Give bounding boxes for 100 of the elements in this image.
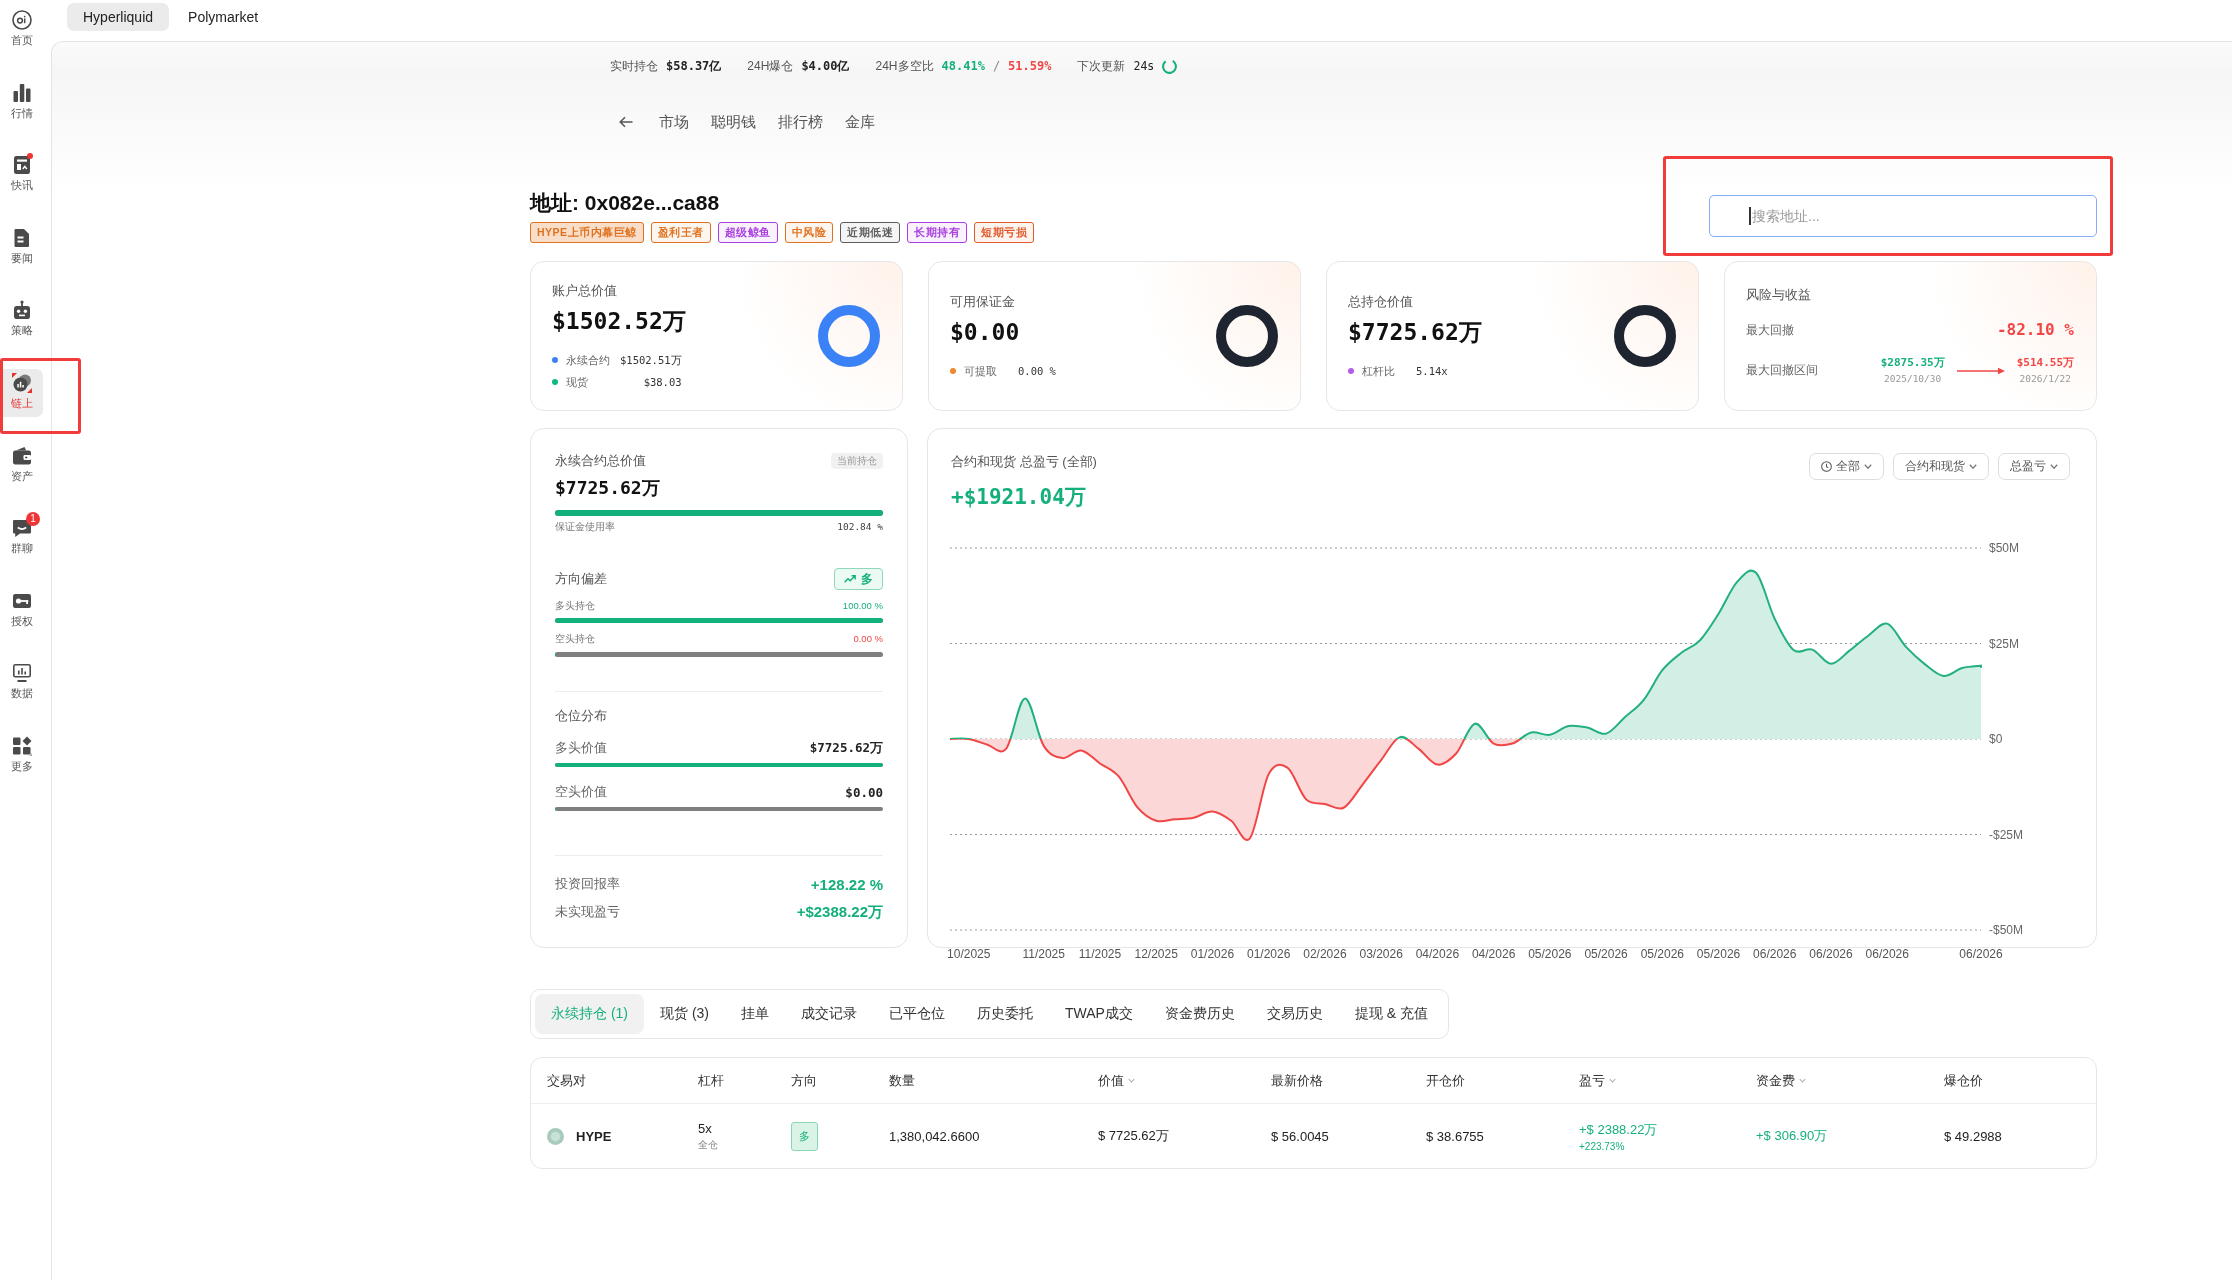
column-header: 交易对: [547, 1071, 586, 1090]
address-title: 地址: 0x082e...ca88: [530, 190, 721, 216]
legend-label: 可提取: [964, 364, 998, 378]
metric-label: 投资回报率: [555, 875, 620, 893]
wallet-tag: 长期持有: [907, 222, 968, 243]
holding-badge: 当前持仓: [831, 453, 883, 469]
sidebar-item[interactable]: 数据: [0, 659, 43, 708]
metric-value: $7725.62万: [809, 739, 883, 757]
stat-value: $4.00亿: [801, 57, 850, 75]
nav-link[interactable]: 排行榜: [778, 112, 823, 132]
platform-tab[interactable]: Hyperliquid: [67, 3, 170, 31]
sidebar-item[interactable]: 快讯: [0, 151, 43, 200]
y-axis-label: -$25M: [1989, 827, 2023, 842]
x-axis-label: 03/2026: [1359, 947, 1403, 961]
metric-label: 未实现盈亏: [555, 903, 620, 921]
stat-label: 下次更新: [1077, 57, 1126, 75]
column-header[interactable]: 价值: [1098, 1071, 1135, 1090]
chat-icon: [11, 518, 32, 539]
x-axis-label: 01/2026: [1246, 947, 1291, 961]
notification-badge: 1: [26, 512, 40, 527]
stat-value: $58.37亿: [666, 57, 722, 75]
range-start-value: $2875.35万: [1880, 356, 1945, 370]
filter-dropdown[interactable]: 全部: [1809, 453, 1884, 480]
position-tab[interactable]: 历史委托: [961, 994, 1049, 1034]
table-cell-text: $ 7725.62万: [1098, 1127, 1170, 1145]
x-axis-label: 04/2026: [1415, 947, 1460, 961]
circle-chart-icon: [11, 372, 32, 393]
return-value: +128.22 %: [810, 875, 883, 893]
column-header: 爆仓价: [1944, 1071, 1983, 1090]
legend-value: 0.00 %: [1018, 364, 1056, 378]
legend-label: 现货: [566, 375, 589, 389]
card-title: 风险与收益: [1746, 287, 1812, 303]
nav-link[interactable]: 聪明钱: [711, 112, 756, 132]
position-tab[interactable]: 提现 & 充值: [1338, 994, 1445, 1034]
nav-link[interactable]: 市场: [659, 112, 689, 132]
pnl-percent: +223.73%: [1579, 1140, 1625, 1152]
drawdown-value: -82.10 %: [1996, 320, 2074, 340]
position-tab[interactable]: 已平仓位: [873, 994, 961, 1034]
filter-dropdown[interactable]: 合约和现货: [1893, 453, 1989, 480]
position-tab[interactable]: 成交记录: [785, 994, 873, 1034]
y-axis-label: $25M: [1989, 636, 2020, 651]
nav-link[interactable]: 金库: [845, 112, 875, 132]
x-axis-label: 04/2026: [1471, 947, 1516, 961]
stat-label: 24H爆仓: [747, 57, 794, 75]
wallet-tag: 短期亏损: [974, 222, 1035, 243]
arrow-icon: [1956, 366, 2005, 375]
total-pnl-value: +$1921.04万: [951, 484, 1087, 510]
column-header[interactable]: 盈亏: [1579, 1071, 1616, 1090]
sidebar-item[interactable]: 要闻: [0, 223, 43, 272]
position-tab[interactable]: 交易历史: [1250, 994, 1339, 1034]
filter-dropdown[interactable]: 总盈亏: [1998, 453, 2070, 480]
sidebar-item[interactable]: 授权: [0, 586, 43, 635]
x-axis-label: 06/2026: [1753, 947, 1797, 961]
direction-label: 多: [861, 572, 873, 586]
robot-icon: [11, 300, 32, 321]
position-tab[interactable]: 挂单: [725, 994, 785, 1034]
section-title: 方向偏差: [555, 571, 607, 588]
grid-icon: [11, 735, 32, 756]
x-axis-label: 01/2026: [1190, 947, 1235, 961]
column-header[interactable]: 资金费: [1756, 1071, 1806, 1090]
legend-value: $38.03: [642, 375, 682, 389]
search-field[interactable]: 搜索地址...: [1709, 195, 2097, 237]
position-tab[interactable]: 资金费历史: [1148, 994, 1251, 1034]
sidebar-item[interactable]: 首页: [0, 6, 43, 54]
card-title: 可用保证金: [950, 294, 1016, 310]
metric-reading: 102.84 %: [837, 520, 883, 534]
platform-tab[interactable]: Polymarket: [172, 3, 275, 31]
caret-icon: [2050, 464, 2058, 469]
x-axis-label: 06/2026: [1959, 947, 2003, 961]
direction-tag: 多: [791, 1121, 818, 1151]
x-axis-label: 06/2026: [1809, 947, 1853, 961]
back-arrow-icon[interactable]: [619, 116, 633, 128]
sidebar-item[interactable]: 更多: [0, 731, 43, 780]
y-axis-label: $50M: [1989, 541, 2020, 555]
x-axis-label: 05/2026: [1696, 947, 1741, 961]
column-header: 最新价格: [1271, 1071, 1323, 1090]
card-value: $7725.62万: [1348, 318, 1482, 346]
ratio-separator: /: [992, 59, 1001, 73]
metric-reading: 100.00 %: [842, 599, 883, 613]
long-ratio: 48.41%: [941, 59, 985, 73]
table-cell-text: $ 49.2988: [1944, 1128, 2003, 1144]
spinner-icon: [1162, 58, 1178, 74]
pair-name: HYPE: [576, 1128, 612, 1144]
sidebar-item[interactable]: 行情: [0, 78, 43, 127]
x-axis-label: 02/2026: [1303, 947, 1347, 961]
clock-icon: [1821, 461, 1832, 472]
metric-label: 多头价值: [555, 739, 607, 757]
position-tab[interactable]: TWAP成交: [1049, 994, 1149, 1034]
column-header: 数量: [889, 1071, 915, 1090]
return-value: +$2388.22万: [796, 902, 883, 922]
pnl-value: +$ 2388.22万: [1579, 1120, 1658, 1139]
card-title: 账户总价值: [552, 283, 618, 299]
sidebar-item[interactable]: 策略: [0, 296, 43, 345]
sidebar-item[interactable]: 链上: [0, 368, 43, 417]
x-axis-label: 11/2025: [1078, 947, 1122, 961]
circle-logo-icon: [11, 10, 32, 30]
position-tab[interactable]: 现货 (3): [644, 994, 725, 1034]
wallet-tag: HYPE上币内幕巨鲸: [530, 222, 644, 243]
sidebar-item[interactable]: 资产: [0, 441, 43, 490]
countdown-value: 24s: [1133, 59, 1155, 73]
